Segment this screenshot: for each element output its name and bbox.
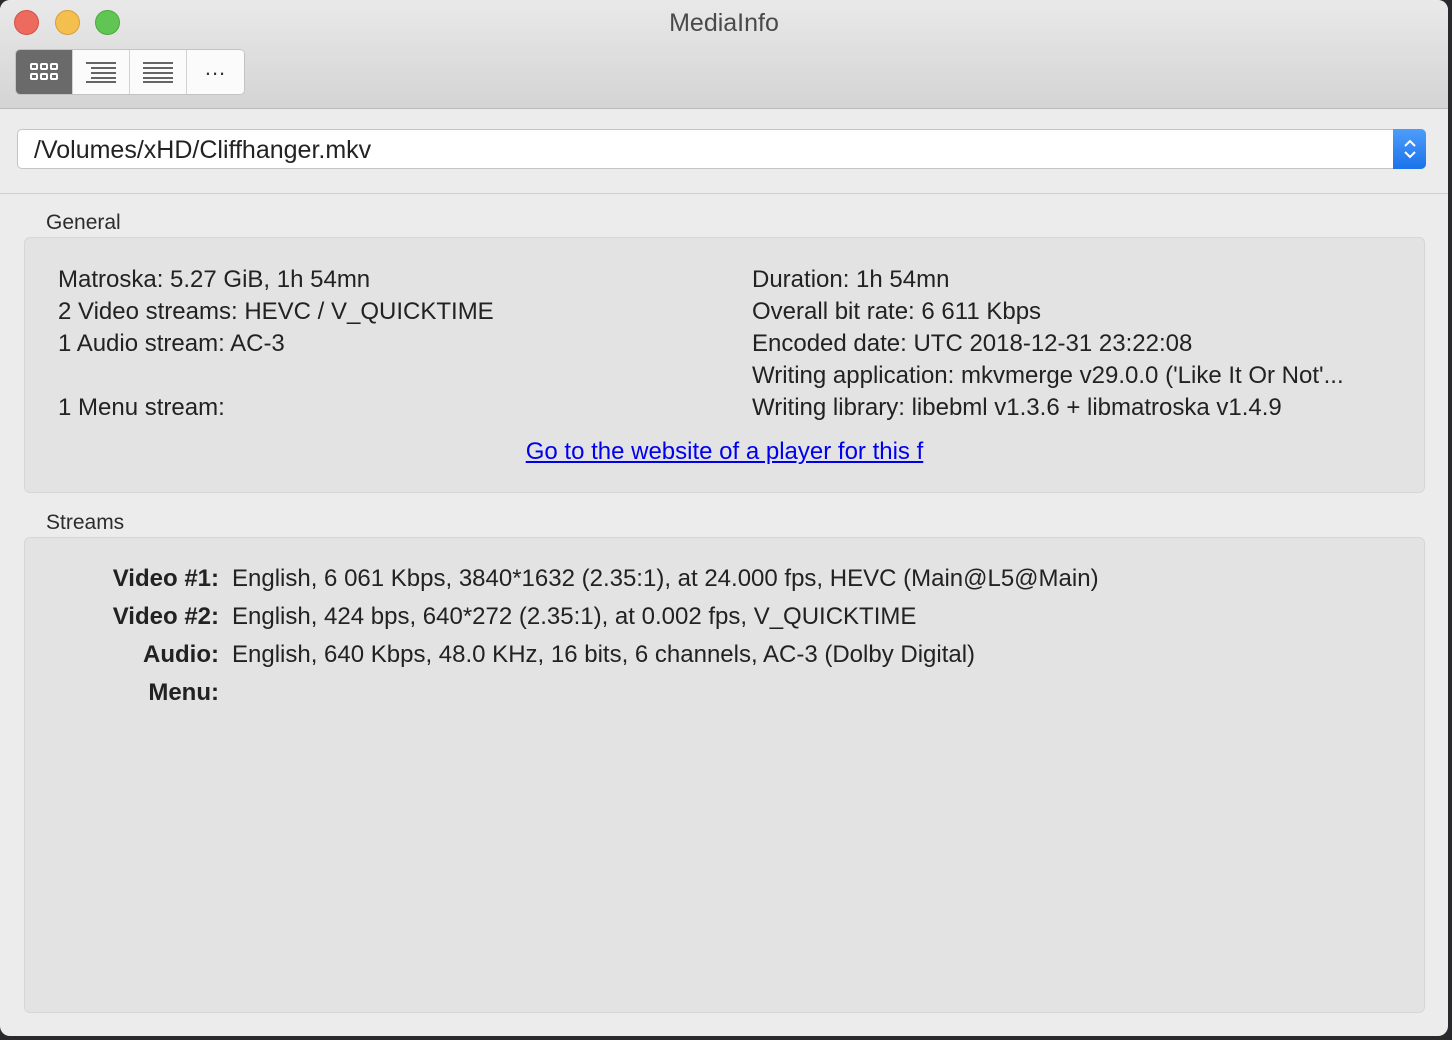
stream-value: English, 424 bps, 640*272 (2.35:1), at 0… bbox=[232, 603, 917, 630]
general-section-title: General bbox=[46, 211, 121, 234]
general-video-streams-line: 2 Video streams: HEVC / V_QUICKTIME bbox=[58, 298, 494, 325]
tree-list-icon bbox=[86, 62, 116, 83]
title-bar[interactable]: MediaInfo ... bbox=[0, 0, 1448, 109]
general-blank-line bbox=[58, 360, 708, 392]
writing-application-line: Writing application: mkvmerge v29.0.0 ('… bbox=[752, 362, 1344, 389]
stream-label: Audio: bbox=[143, 641, 219, 668]
basic-view-button[interactable] bbox=[16, 50, 73, 94]
divider bbox=[0, 193, 1448, 194]
writing-library-line: Writing library: libebml v1.3.6 + libmat… bbox=[752, 394, 1282, 421]
general-menu-streams-line: 1 Menu stream: bbox=[58, 394, 225, 421]
grid-icon bbox=[30, 63, 58, 80]
general-panel: Matroska: 5.27 GiB, 1h 54mn 2 Video stre… bbox=[24, 237, 1425, 493]
file-path-text: /Volumes/xHD/Cliffhanger.mkv bbox=[34, 136, 372, 164]
stream-value: English, 6 061 Kbps, 3840*1632 (2.35:1),… bbox=[232, 565, 1099, 592]
view-mode-toolbar: ... bbox=[15, 49, 245, 95]
bitrate-line: Overall bit rate: 6 611 Kbps bbox=[752, 298, 1042, 325]
general-audio-streams-line: 1 Audio stream: AC-3 bbox=[58, 330, 285, 357]
mediainfo-window: MediaInfo ... /Volumes/xHD/Cliffhanger.m… bbox=[0, 0, 1448, 1036]
lines-icon bbox=[143, 62, 173, 83]
stream-label: Video #2: bbox=[112, 603, 219, 630]
window-title: MediaInfo bbox=[669, 9, 779, 37]
more-views-button[interactable]: ... bbox=[187, 50, 244, 94]
chevron-up-down-icon bbox=[1403, 139, 1416, 159]
general-left-column: Matroska: 5.27 GiB, 1h 54mn 2 Video stre… bbox=[58, 264, 708, 424]
stream-value: English, 640 Kbps, 48.0 KHz, 16 bits, 6 … bbox=[232, 641, 976, 668]
player-website-link[interactable]: Go to the website of a player for this f bbox=[25, 438, 1424, 466]
more-views-label: ... bbox=[204, 55, 227, 80]
stream-label: Video #1: bbox=[112, 565, 219, 592]
text-view-button[interactable] bbox=[130, 50, 187, 94]
stream-row-audio: Audio: English, 640 Kbps, 48.0 KHz, 16 b… bbox=[25, 641, 1425, 679]
file-path-combobox[interactable]: /Volumes/xHD/Cliffhanger.mkv bbox=[17, 129, 1426, 169]
stream-label: Menu: bbox=[148, 679, 219, 706]
stream-row-video-1: Video #1: English, 6 061 Kbps, 3840*1632… bbox=[25, 565, 1425, 603]
encoded-date-line: Encoded date: UTC 2018-12-31 23:22:08 bbox=[752, 330, 1193, 357]
general-right-column: Duration: 1h 54mn Overall bit rate: 6 61… bbox=[752, 264, 1402, 424]
stream-row-video-2: Video #2: English, 424 bps, 640*272 (2.3… bbox=[25, 603, 1425, 641]
streams-section-title: Streams bbox=[46, 511, 125, 534]
general-format-line: Matroska: 5.27 GiB, 1h 54mn bbox=[58, 266, 371, 293]
sheet-view-button[interactable] bbox=[73, 50, 130, 94]
stream-row-menu: Menu: bbox=[25, 679, 1425, 717]
path-dropdown-button[interactable] bbox=[1393, 129, 1426, 169]
streams-panel: Video #1: English, 6 061 Kbps, 3840*1632… bbox=[24, 537, 1425, 1013]
duration-line: Duration: 1h 54mn bbox=[752, 266, 950, 293]
